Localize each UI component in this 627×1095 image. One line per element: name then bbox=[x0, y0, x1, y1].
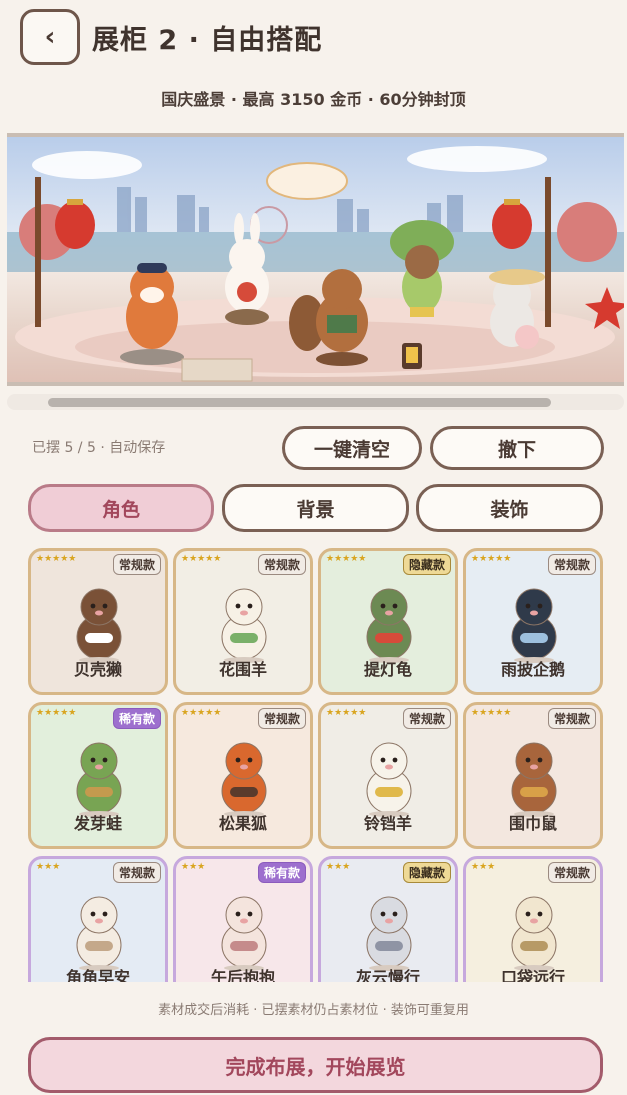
rarity-badge: 常规款 bbox=[547, 708, 596, 729]
item-name: 贝壳獭 bbox=[73, 660, 122, 679]
rarity-badge: 常规款 bbox=[112, 862, 161, 883]
page-title: 展柜 2 · 自由搭配 bbox=[92, 24, 323, 56]
rarity-badge: 常规款 bbox=[112, 554, 161, 575]
item-card[interactable]: ★★★★★ 常规款花围羊 bbox=[173, 548, 313, 695]
tab-decorations[interactable]: 装饰 bbox=[416, 484, 603, 532]
rarity-badge: 常规款 bbox=[547, 554, 596, 575]
item-name: 铃铛羊 bbox=[363, 814, 412, 833]
figurine-image bbox=[76, 588, 122, 663]
tab-label: 角色 bbox=[101, 498, 140, 521]
tab-characters[interactable]: 角色 bbox=[28, 484, 214, 532]
remove-button[interactable]: 撤下 bbox=[430, 426, 604, 470]
item-name: 花围羊 bbox=[218, 660, 267, 679]
figurine-image bbox=[221, 742, 267, 817]
star-rating: ★★★★★ bbox=[36, 708, 77, 718]
remove-label: 撤下 bbox=[497, 438, 536, 461]
item-name: 发芽蛙 bbox=[73, 814, 122, 833]
item-card[interactable]: ★★★★★ 常规款松果狐 bbox=[173, 702, 313, 849]
item-grid[interactable]: ★★★★★ 常规款 贝壳獭 ★★★★★ 常规款 花围羊 ★★★★★ 隐藏款 提灯龟 ★★★★★ 常规… bbox=[28, 548, 603, 982]
header: ‹ 展柜 2 · 自由搭配 bbox=[20, 8, 607, 66]
item-card[interactable]: ★★★★★ 常规款围巾鼠 bbox=[463, 702, 603, 849]
star-rating: ★★★ bbox=[326, 862, 351, 872]
figurine-image bbox=[511, 588, 557, 663]
star-rating: ★★★★★ bbox=[326, 708, 367, 718]
item-name: 角角早安 bbox=[65, 968, 130, 982]
clear-all-label: 一键清空 bbox=[313, 438, 390, 461]
item-name: 松果狐 bbox=[218, 814, 267, 833]
rarity-badge: 隐藏款 bbox=[402, 862, 451, 883]
item-card[interactable]: ★★★ 常规款口袋远行 bbox=[463, 856, 603, 982]
chevron-left-icon: ‹ bbox=[44, 22, 56, 52]
item-card[interactable]: ★★★ 常规款角角早安 bbox=[28, 856, 168, 982]
figurine-image bbox=[76, 896, 122, 971]
figurine-image bbox=[221, 588, 267, 663]
rarity-badge: 稀有款 bbox=[257, 862, 306, 883]
star-rating: ★★★★★ bbox=[471, 708, 512, 718]
tab-label: 背景 bbox=[296, 498, 335, 521]
figurine-image bbox=[221, 896, 267, 971]
rarity-badge: 常规款 bbox=[547, 862, 596, 883]
star-rating: ★★★ bbox=[471, 862, 496, 872]
item-card[interactable]: ★★★★★ 稀有款发芽蛙 bbox=[28, 702, 168, 849]
star-rating: ★★★★★ bbox=[326, 554, 367, 564]
figurine-image bbox=[366, 896, 412, 971]
item-name: 灰云慢行 bbox=[355, 968, 420, 982]
item-name: 围巾鼠 bbox=[508, 814, 557, 833]
item-name: 午后抱抱 bbox=[210, 968, 275, 982]
rarity-badge: 常规款 bbox=[402, 708, 451, 729]
star-rating: ★★★ bbox=[36, 862, 61, 872]
figurine-image bbox=[511, 896, 557, 971]
item-card[interactable]: ★★★★★ 常规款雨披企鹅 bbox=[463, 548, 603, 695]
scene-scrollbar-thumb[interactable] bbox=[48, 398, 551, 407]
star-rating: ★★★★★ bbox=[36, 554, 77, 564]
rarity-badge: 常规款 bbox=[257, 708, 306, 729]
item-name: 口袋远行 bbox=[500, 968, 565, 982]
footnote: 素材成交后消耗 · 已摆素材仍占素材位 · 装饰可重复用 bbox=[158, 1003, 469, 1018]
figurine-image bbox=[76, 742, 122, 817]
item-card[interactable]: ★★★ 隐藏款灰云慢行 bbox=[318, 856, 458, 982]
finish-setup-label: 完成布展，开始展览 bbox=[225, 1054, 406, 1079]
item-card[interactable]: ★★★★★ 常规款贝壳獭 bbox=[28, 548, 168, 695]
tab-backgrounds[interactable]: 背景 bbox=[222, 484, 409, 532]
back-button[interactable]: ‹ bbox=[20, 9, 80, 65]
item-card[interactable]: ★★★★★ 常规款铃铛羊 bbox=[318, 702, 458, 849]
figurine-image bbox=[511, 742, 557, 817]
star-rating: ★★★★★ bbox=[181, 708, 222, 718]
showcase-scene[interactable] bbox=[7, 133, 624, 386]
rarity-badge: 常规款 bbox=[257, 554, 306, 575]
star-rating: ★★★★★ bbox=[471, 554, 512, 564]
clear-all-button[interactable]: 一键清空 bbox=[282, 426, 422, 470]
figurine-image bbox=[366, 588, 412, 663]
star-rating: ★★★ bbox=[181, 862, 206, 872]
rarity-badge: 隐藏款 bbox=[402, 554, 451, 575]
item-card[interactable]: ★★★ 稀有款午后抱抱 bbox=[173, 856, 313, 982]
finish-setup-button[interactable]: 完成布展，开始展览 bbox=[28, 1037, 603, 1093]
item-card[interactable]: ★★★★★ 隐藏款提灯龟 bbox=[318, 548, 458, 695]
figurine-image bbox=[366, 742, 412, 817]
tab-label: 装饰 bbox=[490, 498, 529, 521]
scene-illustration bbox=[7, 146, 624, 382]
item-name: 雨披企鹅 bbox=[500, 660, 565, 679]
star-rating: ★★★★★ bbox=[181, 554, 222, 564]
event-subtitle: 国庆盛景 · 最高 3150 金币 · 60分钟封顶 bbox=[161, 90, 466, 109]
rarity-badge: 稀有款 bbox=[112, 708, 161, 729]
item-name: 提灯龟 bbox=[363, 660, 412, 679]
placement-status: 已摆 5 / 5 · 自动保存 bbox=[32, 440, 166, 456]
